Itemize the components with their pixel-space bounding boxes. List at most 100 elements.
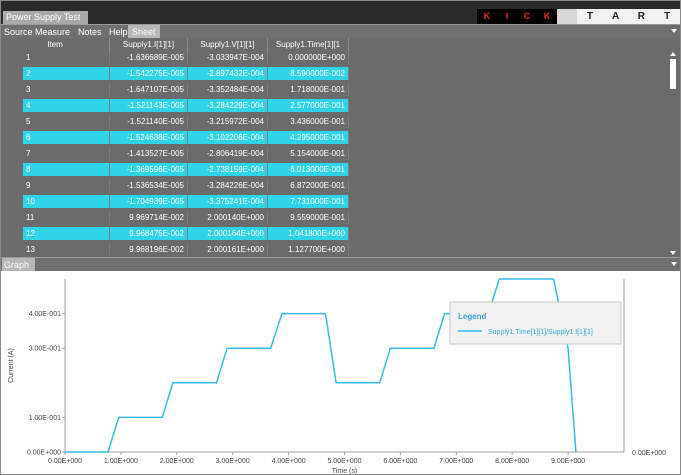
table-row[interactable]: 7 -1.413527E-005 -2.806419E-004 5.154000E-0… bbox=[1, 147, 667, 160]
table-cell[interactable]: -3.284226E-004 bbox=[188, 179, 268, 192]
table-cell[interactable]: -3.284229E-004 bbox=[188, 99, 268, 112]
table-cell[interactable]: -1.524638E-005 bbox=[110, 131, 188, 144]
x-tick-label: 7.00E+000 bbox=[439, 458, 473, 465]
scroll-up-icon[interactable] bbox=[670, 52, 676, 56]
scroll-down-icon[interactable] bbox=[670, 251, 676, 255]
table-cell[interactable]: 9.968475E-002 bbox=[110, 227, 188, 240]
table-cell[interactable]: 8 bbox=[23, 163, 110, 176]
x-tick-label: 3.00E+000 bbox=[216, 458, 250, 465]
table-cell[interactable]: -1.413527E-005 bbox=[110, 147, 188, 160]
logo-letter: C bbox=[523, 11, 531, 21]
table-row[interactable]: 12 9.968475E-002 2.000164E+000 1.041800E+00… bbox=[1, 227, 667, 240]
legend-box bbox=[449, 301, 622, 345]
table-cell[interactable]: 4 bbox=[23, 99, 110, 112]
table-row[interactable]: 1 -1.636689E-005 -3.033947E-004 0.000000E+0… bbox=[1, 51, 667, 64]
table-cell[interactable]: 2 bbox=[23, 67, 110, 80]
table-cell[interactable]: 1 bbox=[23, 51, 110, 64]
table-cell[interactable]: 12 bbox=[23, 227, 110, 240]
graph-panel-header: Graph bbox=[1, 257, 680, 272]
table-cell[interactable]: 3.436000E-001 bbox=[268, 115, 349, 128]
column-header[interactable]: Supply1.V[1][1] bbox=[188, 38, 268, 51]
y-tick-label: 3.00E-001 bbox=[29, 346, 61, 353]
table-cell[interactable]: 11 bbox=[23, 211, 110, 224]
table-cell[interactable]: 1.718000E-001 bbox=[268, 83, 349, 96]
table-cell[interactable]: 4.295000E-001 bbox=[268, 131, 349, 144]
column-header[interactable]: Supply1.Time[1][1 bbox=[268, 38, 349, 51]
table-cell[interactable]: 7.731000E-001 bbox=[268, 195, 349, 208]
table-cell[interactable]: 9 bbox=[23, 179, 110, 192]
table-cell[interactable]: 2.000164E+000 bbox=[188, 227, 268, 240]
table-row[interactable]: 4 -1.521143E-005 -3.284229E-004 2.577000E-0… bbox=[1, 99, 667, 112]
table-cell[interactable]: -2.738159E-004 bbox=[188, 163, 268, 176]
logo-letter: S bbox=[557, 9, 577, 24]
legend-title: Legend bbox=[458, 312, 487, 321]
table-cell[interactable]: 6 bbox=[23, 131, 110, 144]
legend-entry: Supply1.Time[1][1]/Supply1.I[1][1] bbox=[488, 329, 593, 336]
table-cell[interactable]: 6.872000E-001 bbox=[268, 179, 349, 192]
table-cell[interactable]: 9.968196E-002 bbox=[110, 243, 188, 256]
table-row[interactable]: 8 -1.369596E-005 -2.738159E-004 6.013000E-0… bbox=[1, 163, 667, 176]
table-cell[interactable]: -1.536534E-005 bbox=[110, 179, 188, 192]
menu-help[interactable]: Help bbox=[109, 25, 128, 39]
table-cell[interactable]: 2.000140E+000 bbox=[188, 211, 268, 224]
table-cell[interactable]: -3.352484E-004 bbox=[188, 83, 268, 96]
table-row[interactable]: 11 9.969714E-002 2.000140E+000 9.559000E-00… bbox=[1, 211, 667, 224]
column-header[interactable]: Supply1.I[1][1] bbox=[110, 38, 188, 51]
table-cell[interactable]: 7 bbox=[23, 147, 110, 160]
table-cell[interactable]: -3.033947E-004 bbox=[188, 51, 268, 64]
table-cell[interactable]: 13 bbox=[23, 243, 110, 256]
table-cell[interactable]: -3.375241E-004 bbox=[188, 195, 268, 208]
title-bar: Power Supply Test K I C K S T A R T bbox=[1, 1, 680, 24]
table-cell[interactable]: -1.521140E-005 bbox=[110, 115, 188, 128]
start-logo: T A R T bbox=[577, 9, 680, 24]
table-cell[interactable]: -3.102206E-004 bbox=[188, 131, 268, 144]
logo-letter: A bbox=[612, 11, 620, 22]
column-header[interactable]: Item bbox=[1, 38, 110, 51]
table-cell[interactable]: 3 bbox=[23, 83, 110, 96]
table-row[interactable]: 3 -1.647107E-005 -3.352484E-004 1.718000E-0… bbox=[1, 83, 667, 96]
table-cell[interactable]: 5.154000E-001 bbox=[268, 147, 349, 160]
logo-letter: T bbox=[586, 11, 593, 22]
table-cell[interactable]: 2.000161E+000 bbox=[188, 243, 268, 256]
menu-sheet[interactable]: Sheet bbox=[128, 25, 160, 39]
table-cell[interactable]: 10 bbox=[23, 195, 110, 208]
table-row[interactable]: 2 -1.542275E-005 -2.897432E-004 8.590000E-0… bbox=[1, 67, 667, 80]
document-tab[interactable]: Power Supply Test bbox=[3, 11, 89, 24]
kick-logo: K I C K S bbox=[477, 9, 577, 24]
table-cell[interactable]: -1.542275E-005 bbox=[110, 67, 188, 80]
table-cell[interactable]: 9.969714E-002 bbox=[110, 211, 188, 224]
table-cell[interactable]: 8.590000E-002 bbox=[268, 67, 349, 80]
table-cell[interactable]: 2.577000E-001 bbox=[268, 99, 349, 112]
table-cell[interactable]: 9.559000E-001 bbox=[268, 211, 349, 224]
menu-notes[interactable]: Notes bbox=[78, 25, 102, 39]
logo-letter: K bbox=[483, 11, 491, 21]
table-cell[interactable]: 6.013000E-001 bbox=[268, 163, 349, 176]
vertical-scrollbar[interactable] bbox=[667, 51, 680, 257]
table-row[interactable]: 6 -1.524638E-005 -3.102206E-004 4.295000E-0… bbox=[1, 131, 667, 144]
table-row[interactable]: 13 9.968196E-002 2.000161E+000 1.127700E+00… bbox=[1, 243, 667, 256]
y-axis-title: Current (A) bbox=[8, 348, 15, 383]
table-cell[interactable]: -1.704939E-005 bbox=[110, 195, 188, 208]
table-row[interactable]: 9 -1.536534E-005 -3.284226E-004 6.872000E-0… bbox=[1, 179, 667, 192]
table-cell[interactable]: -2.806419E-004 bbox=[188, 147, 268, 160]
table-cell[interactable]: -1.369596E-005 bbox=[110, 163, 188, 176]
table-cell[interactable]: 5 bbox=[23, 115, 110, 128]
menu-source-measure[interactable]: Source Measure bbox=[4, 25, 70, 39]
table-cell[interactable]: -2.897432E-004 bbox=[188, 67, 268, 80]
chevron-down-icon[interactable] bbox=[671, 262, 677, 266]
table-row[interactable]: 5 -1.521140E-005 -3.215972E-004 3.436000E-0… bbox=[1, 115, 667, 128]
table-cell[interactable]: 1.041800E+000 bbox=[268, 227, 349, 240]
table-cell[interactable]: -1.521143E-005 bbox=[110, 99, 188, 112]
table-row[interactable]: 10 -1.704939E-005 -3.375241E-004 7.731000E-… bbox=[1, 195, 667, 208]
chevron-down-icon[interactable] bbox=[671, 29, 677, 33]
tab-graph[interactable]: Graph bbox=[2, 258, 36, 272]
x-tick-label: 0.00E+000 bbox=[48, 458, 82, 465]
table-cell[interactable]: -3.215972E-004 bbox=[188, 115, 268, 128]
table-cell[interactable]: 1.127700E+000 bbox=[268, 243, 349, 256]
table-cell[interactable]: 0.000000E+000 bbox=[268, 51, 349, 64]
x-tick-label: 5.00E+000 bbox=[327, 458, 361, 465]
scroll-thumb[interactable] bbox=[670, 59, 676, 89]
table-cell[interactable]: -1.647107E-005 bbox=[110, 83, 188, 96]
table-cell[interactable]: -1.636689E-005 bbox=[110, 51, 188, 64]
x-axis-title: Time (s) bbox=[332, 468, 357, 474]
